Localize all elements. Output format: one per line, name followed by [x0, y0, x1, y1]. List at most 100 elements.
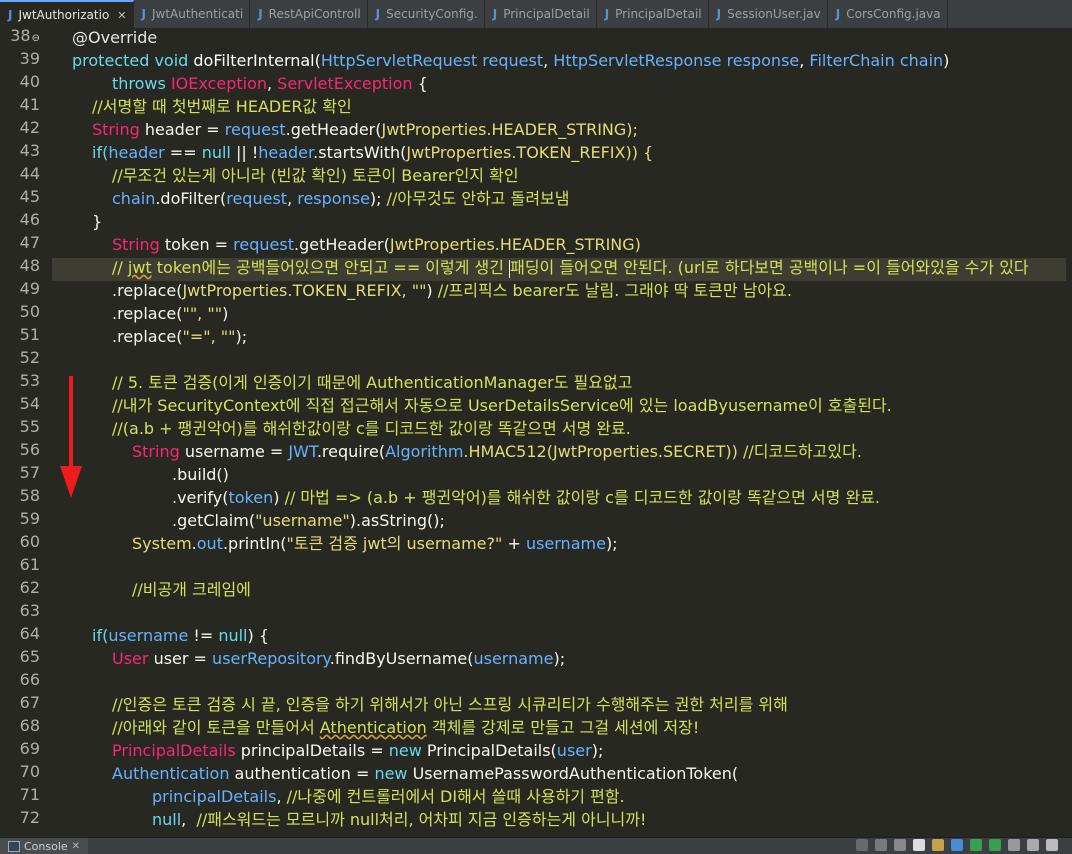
console-tab[interactable]: Console ✕: [0, 838, 89, 854]
tab-sessionuser[interactable]: J SessionUser.jav: [708, 0, 828, 28]
line-number: 48: [19, 256, 40, 275]
code-area[interactable]: @Override protected void doFilterInterna…: [72, 28, 1072, 837]
tab-label: JwtAuthorizatio: [18, 8, 110, 22]
code-line-72: null, //패스워드는 모르니까 null처리, 어차피 지금 인증하는게 …: [152, 810, 647, 829]
tab-label: PrincipalDetail: [615, 7, 702, 21]
code-line-60: System.out.println("토큰 검증 jwt의 username?…: [132, 534, 618, 553]
line-number: 59: [19, 509, 40, 528]
code-line-69: PrincipalDetails principalDetails = new …: [112, 741, 604, 760]
display-console-icon[interactable]: [1027, 839, 1039, 851]
tab-label: SecurityConfig.: [386, 7, 478, 21]
line-number: 72: [19, 808, 40, 827]
java-file-icon: J: [8, 8, 13, 22]
code-line-43: if(header == null || !header.startsWith(…: [92, 143, 654, 162]
word-wrap-icon[interactable]: [951, 839, 963, 851]
line-number: 68: [19, 716, 40, 735]
code-line-58: .verify(token) // 마법 => (a.b + 팽귄악어)를 해쉬…: [172, 488, 880, 507]
tab-principaldetails-1[interactable]: J PrincipalDetail: [484, 0, 597, 28]
show-on-error-icon[interactable]: [989, 839, 1001, 851]
java-file-icon: J: [141, 7, 146, 21]
tab-label: SessionUser.jav: [727, 7, 821, 21]
line-number: 69: [19, 739, 40, 758]
tab-label: JwtAuthenticati: [151, 7, 244, 21]
code-line-42: String header = request.getHeader(JwtPro…: [92, 120, 638, 139]
line-number: 62: [19, 578, 40, 597]
code-line-64: if(username != null) {: [92, 626, 270, 645]
code-line-70: Authentication authentication = new User…: [112, 764, 739, 783]
tab-label: PrincipalDetail: [503, 7, 590, 21]
console-tab-label: Console: [24, 839, 68, 853]
close-tab-icon[interactable]: ✕: [117, 9, 126, 22]
tab-jwtauthentication[interactable]: J JwtAuthenticati: [133, 0, 251, 28]
line-number: 63: [19, 601, 40, 620]
java-file-icon: J: [375, 7, 381, 21]
line-number: 58: [19, 486, 40, 505]
editor-tab-bar: J JwtAuthorizatio ✕ J JwtAuthenticati J …: [0, 0, 1072, 29]
open-console-icon[interactable]: [1046, 839, 1058, 851]
code-line-55: //(a.b + 팽귄악어)를 해쉬한값이랑 c를 디코드한 값이랑 똑같으면 …: [112, 419, 631, 438]
tab-jwtauthorization[interactable]: J JwtAuthorizatio ✕: [0, 0, 134, 28]
line-number: 54: [19, 394, 40, 413]
code-line-56: String username = JWT.require(Algorithm.…: [132, 442, 862, 461]
console-icon: [8, 840, 20, 852]
code-line-46: }: [92, 212, 103, 231]
code-line-54: //내가 SecurityContext에 직접 접근해서 자동으로 UserD…: [112, 396, 892, 415]
line-number: 41: [19, 95, 40, 114]
tab-securityconfig[interactable]: J SecurityConfig.: [367, 0, 485, 28]
java-file-icon: J: [716, 7, 722, 21]
code-line-47: String token = request.getHeader(JwtProp…: [112, 235, 641, 254]
vertical-scrollbar[interactable]: [1066, 28, 1072, 837]
line-number: 64: [19, 624, 40, 643]
remove-all-icon[interactable]: [894, 839, 906, 851]
line-number: 70: [19, 762, 40, 781]
line-number: 60: [19, 532, 40, 551]
show-on-output-icon[interactable]: [970, 839, 982, 851]
tab-principaldetails-2[interactable]: J PrincipalDetail: [596, 0, 709, 28]
code-line-65: User user = userRepository.findByUsernam…: [112, 649, 566, 668]
fold-marker-icon[interactable]: ⊖: [32, 33, 40, 44]
tab-label: CorsConfig.java: [846, 7, 941, 21]
code-line-71: principalDetails, //나중에 컨트롤러에서 DI해서 쓸때 사…: [152, 787, 625, 806]
line-number: 46: [19, 210, 40, 229]
line-number: 50: [19, 302, 40, 321]
line-number: 71: [19, 785, 40, 804]
line-number: 39: [19, 49, 40, 68]
line-number: 66: [19, 670, 40, 689]
code-line-41: //서명할 때 첫번째로 HEADER값 확인: [92, 97, 352, 116]
line-number: 56: [19, 440, 40, 459]
clear-console-icon[interactable]: [913, 839, 925, 851]
line-number: 52: [19, 348, 40, 367]
code-line-38: @Override: [72, 28, 158, 47]
code-line-59: .getClaim("username").asString();: [172, 511, 445, 530]
code-line-50: .replace("", ""): [112, 304, 229, 323]
tab-corsconfig[interactable]: J CorsConfig.java: [827, 0, 948, 28]
pin-console-icon[interactable]: [1008, 839, 1020, 851]
java-file-icon: J: [492, 7, 498, 21]
code-line-53: // 5. 토큰 검증(이게 인증이기 때문에 AuthenticationMa…: [112, 373, 633, 392]
tab-restapicontroller[interactable]: J RestApiControll: [250, 0, 368, 28]
line-number: 67: [19, 693, 40, 712]
close-console-icon[interactable]: ✕: [72, 841, 80, 852]
line-number: 55: [19, 417, 40, 436]
scroll-lock-icon[interactable]: [932, 839, 944, 851]
line-number: 53: [19, 371, 40, 390]
code-line-49: .replace(JwtProperties.TOKEN_REFIX, "") …: [112, 281, 792, 300]
line-number: 61: [19, 555, 40, 574]
line-number: 51: [19, 325, 40, 344]
line-number: 43: [19, 141, 40, 160]
line-number: 65: [19, 647, 40, 666]
line-number: 38⊖: [10, 28, 40, 45]
line-number: 42: [19, 118, 40, 137]
console-toolbar: [856, 839, 1058, 851]
code-line-48: // jwt token에는 공백들어있으면 안되고 == 이렇게 생긴 패딩이…: [112, 258, 1029, 278]
remove-launch-icon[interactable]: [875, 839, 887, 851]
code-editor[interactable]: 38⊖ 39 40 41 42 43 44 45 46 47 48 49 50 51 52 53 54 55 56 5…: [0, 28, 1072, 837]
line-number: 47: [19, 233, 40, 252]
java-file-icon: J: [604, 7, 610, 21]
terminate-icon[interactable]: [856, 839, 868, 851]
java-file-icon: J: [258, 7, 263, 21]
code-line-57: .build(): [172, 465, 229, 484]
tab-label: RestApiControll: [268, 7, 361, 21]
line-number: 45: [19, 187, 40, 206]
code-line-62: //비공개 크레임에: [132, 580, 251, 599]
